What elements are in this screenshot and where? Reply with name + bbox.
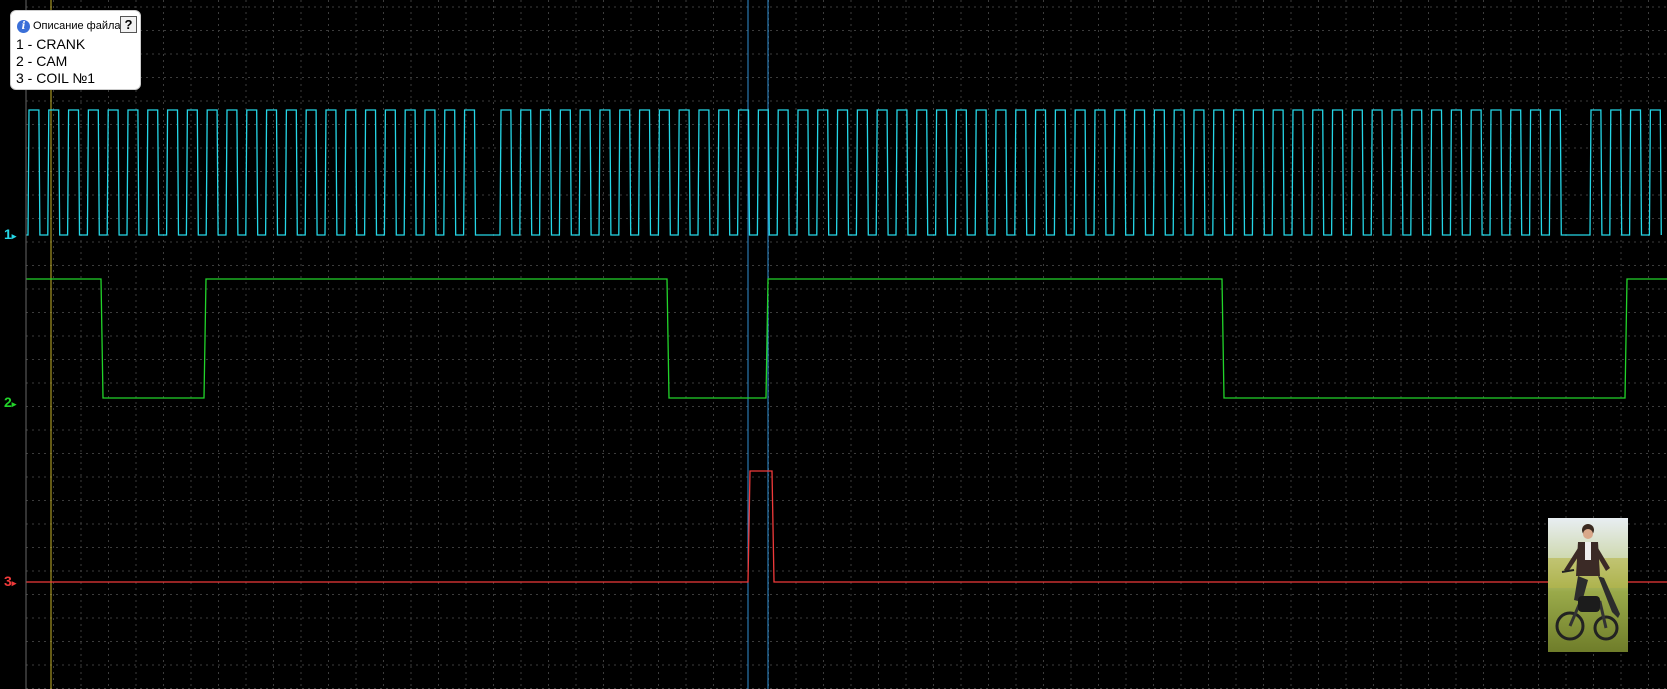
- channel-3-arrow-icon: ▸: [11, 578, 17, 588]
- channel-2-arrow-icon: ▸: [11, 399, 17, 409]
- trace-crank: [26, 109, 1662, 236]
- waveform-canvas[interactable]: [0, 0, 1667, 689]
- info-icon: i: [17, 19, 30, 33]
- channel-3-number: 3: [4, 573, 12, 589]
- channel-3-marker[interactable]: 3▸: [4, 573, 16, 589]
- channel-description-2: 2 - CAM: [16, 53, 68, 69]
- file-description-panel: i Описание файла ? 1 - CRANK 2 - CAM 3 -…: [10, 10, 141, 90]
- channel-description-3: 3 - COIL №1: [16, 70, 96, 86]
- channel-1-number: 1: [4, 226, 12, 242]
- channel-1-marker[interactable]: 1▸: [4, 226, 16, 242]
- trace-cam: [26, 278, 1667, 399]
- help-button[interactable]: ?: [120, 16, 137, 33]
- file-description-title: Описание файла: [33, 20, 121, 32]
- person-on-moped-photo: [1548, 518, 1628, 652]
- channel-2-number: 2: [4, 394, 12, 410]
- channel-1-arrow-icon: ▸: [11, 231, 17, 241]
- channel-2-marker[interactable]: 2▸: [4, 394, 16, 410]
- file-description-header: i Описание файла: [17, 17, 121, 35]
- channel-description-1: 1 - CRANK: [16, 36, 86, 52]
- oscilloscope-screen[interactable]: 1▸ 2▸ 3▸ i Описание файла ? 1 - CRANK 2 …: [0, 0, 1667, 689]
- trace-coil-1: [26, 470, 1667, 583]
- channel-description-list: 1 - CRANK 2 - CAM 3 - COIL №1: [16, 36, 95, 87]
- grid: [25, 0, 1667, 689]
